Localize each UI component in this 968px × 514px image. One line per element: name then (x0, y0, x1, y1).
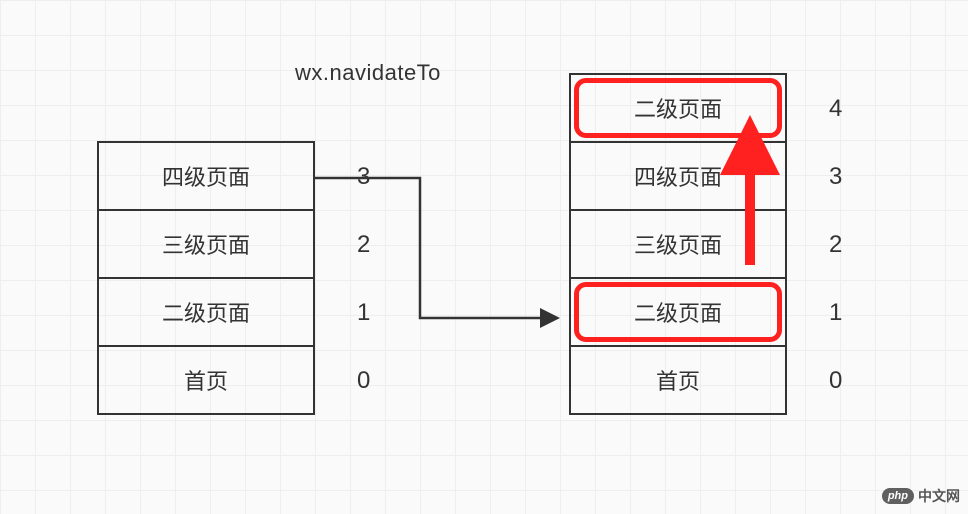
right-stack-box: 三级页面 (569, 209, 787, 279)
transition-arrow (315, 178, 555, 318)
right-stack-box: 四级页面 (569, 141, 787, 211)
left-stack-box: 首页 (97, 345, 315, 415)
left-stack: 四级页面3三级页面2二级页面1首页0 (97, 143, 315, 415)
left-stack-row: 二级页面1 (97, 279, 315, 347)
left-stack-index: 2 (357, 231, 370, 259)
left-stack-row: 首页0 (97, 347, 315, 415)
left-stack-box: 二级页面 (97, 277, 315, 347)
right-stack-row: 首页0 (569, 347, 787, 415)
right-stack-row: 二级页面4 (569, 75, 787, 143)
right-stack-index: 4 (829, 95, 842, 123)
watermark-text: 中文网 (918, 486, 960, 506)
left-stack-row: 三级页面2 (97, 211, 315, 279)
diagram-title: wx.navidateTo (295, 60, 441, 86)
right-stack-index: 1 (829, 299, 842, 327)
right-stack-row: 二级页面1 (569, 279, 787, 347)
right-stack-index: 3 (829, 163, 842, 191)
watermark: php 中文网 (882, 486, 960, 506)
left-stack-index: 1 (357, 299, 370, 327)
watermark-badge: php (882, 488, 914, 504)
left-stack-index: 0 (357, 367, 370, 395)
right-stack-index: 2 (829, 231, 842, 259)
right-stack-row: 四级页面3 (569, 143, 787, 211)
left-stack-index: 3 (357, 163, 370, 191)
right-stack: 二级页面4四级页面3三级页面2二级页面1首页0 (569, 75, 787, 415)
left-stack-box: 四级页面 (97, 141, 315, 211)
right-stack-index: 0 (829, 367, 842, 395)
right-stack-row: 三级页面2 (569, 211, 787, 279)
left-stack-box: 三级页面 (97, 209, 315, 279)
left-stack-row: 四级页面3 (97, 143, 315, 211)
right-stack-box: 二级页面 (569, 73, 787, 143)
right-stack-box: 二级页面 (569, 277, 787, 347)
right-stack-box: 首页 (569, 345, 787, 415)
